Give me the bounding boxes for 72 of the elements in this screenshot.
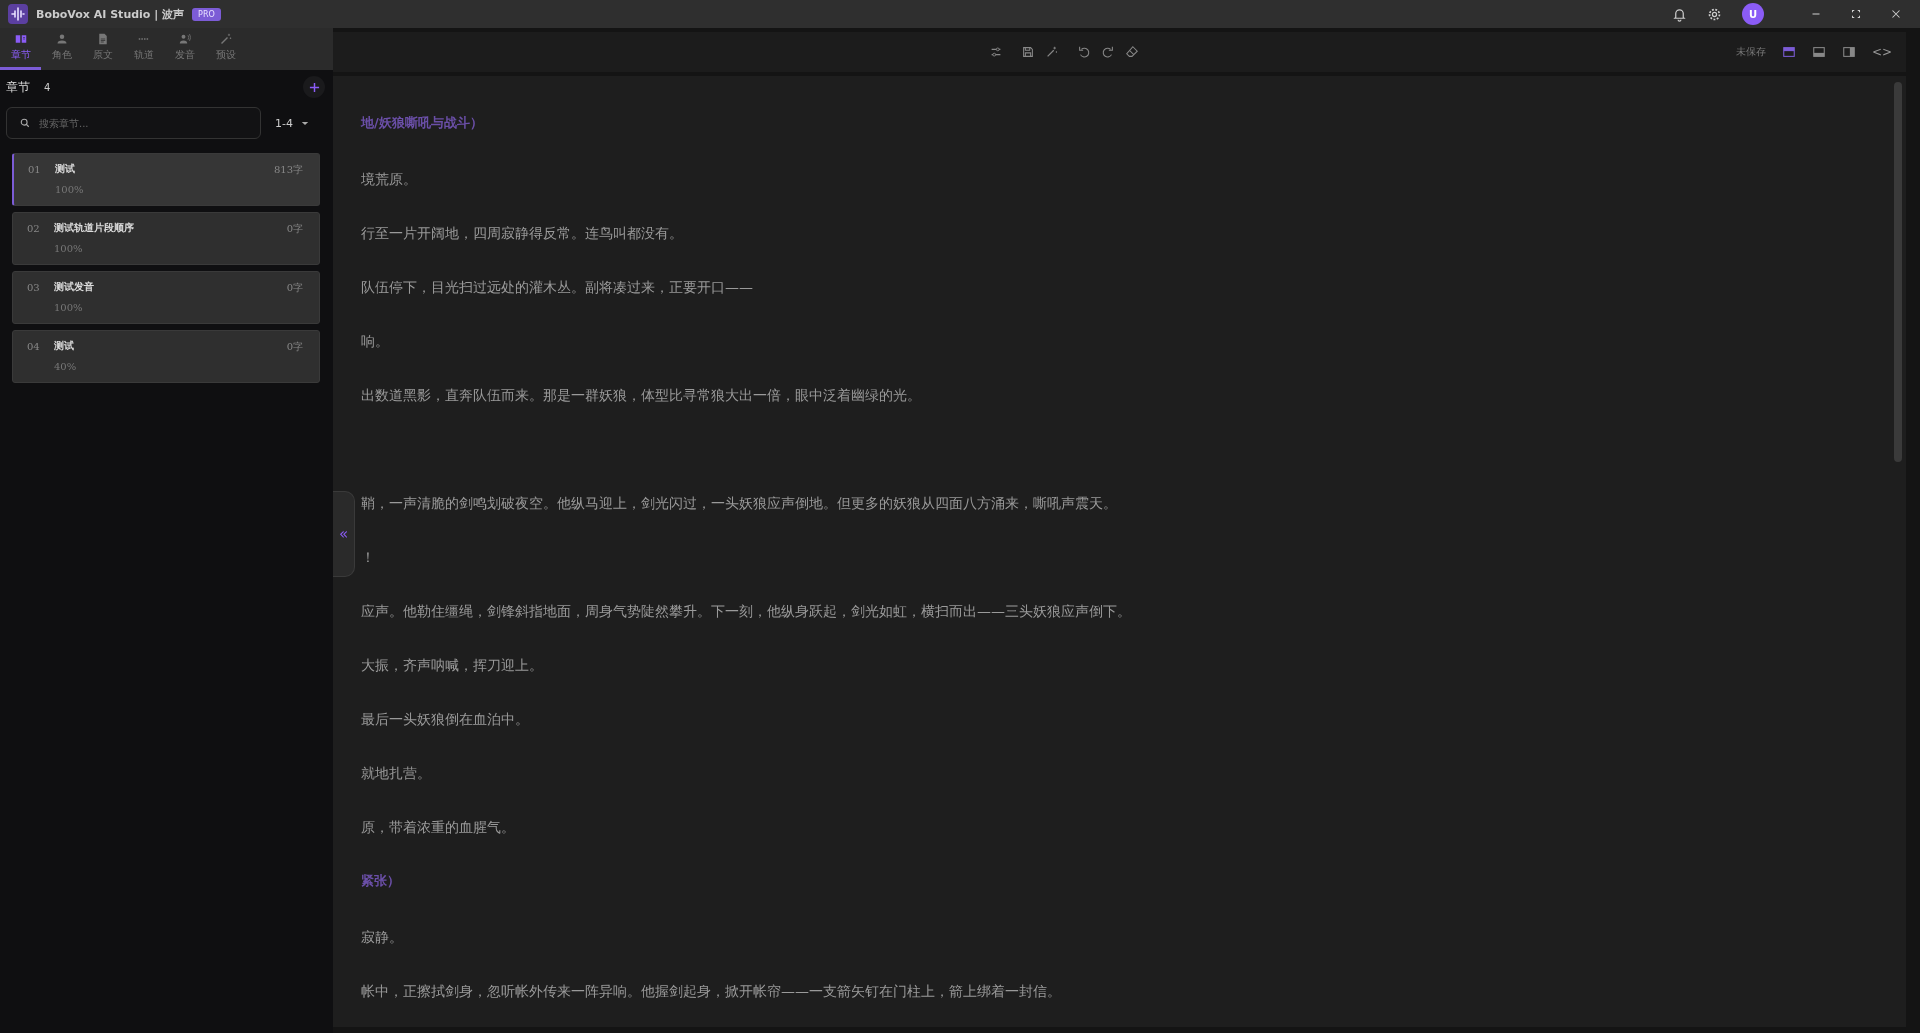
chapter-number: 04 — [27, 340, 41, 352]
undo-icon[interactable] — [1077, 45, 1092, 59]
word-count: 813字 — [273, 163, 303, 177]
window-title: BoboVox AI Studio | 波声 — [36, 6, 185, 22]
sidebar-tab[interactable]: 预设 — [205, 28, 246, 70]
word-count: 0字 — [286, 222, 303, 236]
section-heading: 地/妖狼嘶吼与战斗） — [361, 114, 484, 132]
sidebar-tab[interactable]: 角色 — [41, 28, 82, 70]
paragraph: 帐中，正擦拭剑身，忽听帐外传来一阵异响。他握剑起身，掀开帐帘——一支箭矢钉在门柱上，箭上绑着一封信。 — [361, 982, 1062, 1001]
paragraph: 寂静。 — [361, 928, 404, 947]
chapter-item[interactable]: 01 测试 100% 813字 — [12, 153, 320, 206]
paragraph: 境荒原。 — [361, 170, 418, 189]
redo-icon[interactable] — [1101, 45, 1116, 59]
chapter-progress: 100% — [55, 184, 85, 195]
collapse-handle[interactable]: « — [333, 491, 355, 577]
word-count: 0字 — [286, 340, 303, 354]
layout-top-icon[interactable] — [1781, 45, 1796, 59]
section-title: 章节 — [6, 78, 30, 96]
chapter-progress: 100% — [54, 302, 84, 313]
wand-icon[interactable] — [1045, 45, 1060, 59]
wand-icon — [219, 33, 232, 45]
caret-icon — [300, 120, 309, 126]
add-button[interactable] — [303, 76, 325, 98]
chapter-progress: 100% — [54, 243, 84, 254]
chapter-number: 01 — [28, 163, 42, 175]
search-field[interactable]: 搜索章节... — [6, 107, 261, 139]
eraser-icon[interactable] — [1125, 45, 1140, 59]
document-icon — [96, 33, 109, 45]
paragraph: 响。 — [361, 332, 390, 351]
logo-icon — [8, 4, 28, 24]
chapter-number: 02 — [27, 222, 41, 234]
settings-icon[interactable] — [1707, 6, 1722, 22]
chapter-title: 测试发音 — [54, 280, 95, 294]
user-avatar[interactable]: U — [1742, 3, 1764, 25]
range-dropdown[interactable]: 1-4 — [275, 116, 309, 130]
paragraph: 原，带着浓重的血腥气。 — [361, 818, 516, 837]
paragraph: 最后一头妖狼倒在血泊中。 — [361, 710, 530, 729]
speaker-person-icon — [178, 33, 191, 45]
person-icon — [55, 33, 68, 45]
chapter-progress: 40% — [54, 361, 78, 372]
chapter-item[interactable]: 03 测试发音 100% 0字 — [12, 271, 320, 324]
section-heading: 紧张） — [361, 872, 401, 890]
layout-bottom-icon[interactable] — [1811, 45, 1826, 59]
chapter-title: 测试 — [54, 339, 75, 353]
paragraph: 应声。他勒住缰绳，剑锋斜指地面，周身气势陡然攀升。下一刻，他纵身跃起，剑光如虹，横扫而出——三头妖狼应声倒下。 — [361, 602, 1132, 621]
bell-icon[interactable] — [1672, 6, 1687, 22]
book-icon — [14, 33, 27, 45]
word-count: 0字 — [286, 281, 303, 295]
paragraph: 就地扎营。 — [361, 764, 432, 783]
paragraph: 队伍停下，目光扫过远处的灌木丛。副将凑过来，正要开口—— — [361, 278, 754, 297]
paragraph: ！ — [361, 548, 376, 567]
sidebar-tab[interactable]: 轨道 — [123, 28, 164, 70]
code-toggle[interactable]: <> — [1871, 45, 1892, 59]
paragraph: 出数道黑影，直奔队伍而来。那是一群妖狼，体型比寻常狼大出一倍，眼中泛着幽绿的光。 — [361, 386, 922, 405]
chapter-title: 测试轨道片段顺序 — [54, 221, 135, 235]
chapter-number: 03 — [27, 281, 41, 293]
paragraph: 行至一片开阔地，四周寂静得反常。连鸟叫都没有。 — [361, 224, 684, 243]
chapter-title: 测试 — [55, 162, 76, 176]
save-icon[interactable] — [1021, 45, 1036, 59]
pro-badge: PRO — [192, 7, 221, 21]
maximize-icon[interactable] — [1849, 7, 1863, 21]
chapter-item[interactable]: 02 测试轨道片段顺序 100% 0字 — [12, 212, 320, 265]
sidebar-tab[interactable]: 发音 — [164, 28, 205, 70]
sidebar-tab[interactable]: 章节 — [0, 28, 41, 70]
paragraph: 大振，齐声呐喊，挥刀迎上。 — [361, 656, 544, 675]
plus-icon — [308, 81, 320, 93]
layout-side-icon[interactable] — [1841, 45, 1856, 59]
chapter-item[interactable]: 04 测试 40% 0字 — [12, 330, 320, 383]
paragraph: 鞘，一声清脆的剑鸣划破夜空。他纵马迎上，剑光闪过，一头妖狼应声倒地。但更多的妖狼从四面八方涌来，嘶吼声震天。 — [361, 494, 1118, 513]
save-status: 未保存 — [1735, 45, 1766, 59]
sidebar-tab[interactable]: 原文 — [82, 28, 123, 70]
chapter-count: 4 — [44, 81, 51, 93]
